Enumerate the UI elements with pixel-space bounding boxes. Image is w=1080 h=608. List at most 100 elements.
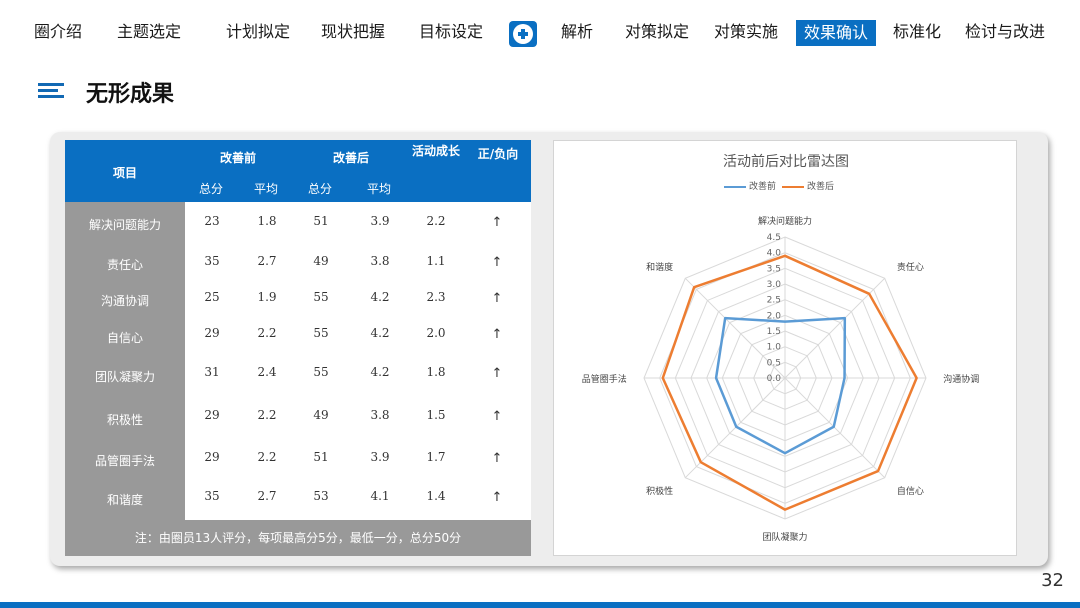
row-label: 积极性 — [106, 413, 143, 427]
table-cell: 2.2 — [257, 408, 277, 422]
table-cell: 1.8 — [257, 214, 277, 228]
row-label: 自信心 — [106, 331, 143, 345]
category-label: 责任心 — [897, 261, 924, 273]
row-label: 团队凝聚力 — [94, 370, 155, 384]
table-cell: 3.9 — [370, 214, 390, 228]
nav-item[interactable]: 解析 — [561, 18, 593, 46]
tick-label: 1.0 — [767, 343, 782, 353]
table-cell: 3.9 — [370, 450, 390, 464]
nav-item[interactable]: 标准化 — [893, 18, 941, 46]
table-cell: 2.0 — [426, 326, 446, 340]
table-cell: 4.2 — [370, 326, 390, 340]
category-label: 品管圈手法 — [582, 373, 627, 385]
tick-label: 1.5 — [767, 327, 781, 337]
nav-item[interactable]: 目标设定 — [419, 18, 483, 46]
nav-item[interactable]: 对策实施 — [714, 18, 778, 46]
category-label: 自信心 — [897, 485, 924, 497]
table-cell: 2.7 — [257, 254, 277, 268]
row-label: 解决问题能力 — [88, 218, 161, 232]
tick-label: 3.0 — [767, 280, 782, 290]
table-cell: 2.2 — [257, 326, 277, 340]
table-cell: 2.7 — [257, 489, 277, 503]
nav-item[interactable]: 效果确认 — [796, 20, 877, 46]
table-cell: 2.2 — [257, 450, 277, 464]
up-arrow-icon: ↑ — [491, 451, 503, 466]
top-nav: 圈介绍 主题选定 计划拟定 现状把握 目标设定 解析 对策拟定 对策实施 效果确认 标准化 检讨与改… — [0, 18, 1080, 48]
subheader-before-total: 总分 — [198, 182, 223, 196]
table-cell: 55 — [313, 326, 329, 340]
table-cell: 55 — [313, 290, 329, 304]
up-arrow-icon: ↑ — [491, 409, 503, 424]
table-cell: 2.3 — [426, 290, 446, 304]
up-arrow-icon: ↑ — [491, 291, 503, 306]
nav-item[interactable]: 主题选定 — [117, 18, 181, 46]
nav-item[interactable]: 计划拟定 — [226, 18, 290, 46]
header-direction: 正/负向 — [477, 147, 519, 161]
up-arrow-icon: ↑ — [491, 490, 503, 505]
subheader-before-avg: 平均 — [253, 182, 278, 196]
header-item: 项目 — [112, 166, 137, 180]
nav-item[interactable]: 检讨与改进 — [965, 18, 1045, 46]
table-cell: 1.1 — [426, 254, 446, 268]
table-cell: 1.9 — [257, 290, 277, 304]
table-cell: 49 — [313, 254, 329, 268]
category-label: 积极性 — [646, 485, 673, 497]
category-label: 沟通协调 — [943, 373, 979, 385]
row-label: 责任心 — [106, 258, 143, 272]
category-label: 和谐度 — [646, 261, 673, 273]
plus-circle-icon[interactable] — [509, 21, 537, 47]
up-arrow-icon: ↑ — [491, 366, 503, 381]
category-label: 解决问题能力 — [758, 215, 812, 227]
table-cell: 1.4 — [426, 489, 446, 503]
row-label: 和谐度 — [106, 493, 143, 507]
table-cell: 1.5 — [426, 408, 446, 422]
menu-lines-icon — [38, 83, 64, 99]
table-cell: 51 — [313, 214, 329, 228]
table-cell: 49 — [313, 408, 329, 422]
nav-item[interactable]: 现状把握 — [321, 18, 385, 46]
table-cell: 35 — [204, 254, 220, 268]
radar-chart: 活动前后对比雷达图 改善前 改善后 0.0 0.5 1.0 1.5 2.0 2.5 3.0 3.… — [553, 140, 1017, 556]
table-cell: 3.8 — [370, 254, 390, 268]
table-cell: 2.4 — [257, 365, 277, 379]
table-cell: 4.2 — [370, 290, 390, 304]
header-after: 改善后 — [332, 151, 369, 165]
radar-svg: 0.00.51.01.52.02.53.03.54.04.5解决问题能力责任心沟… — [582, 215, 979, 543]
results-table: 项目 改善前 改善后 活动成长 正/负向 总分 平均 总分 平均 解决问题能力责… — [65, 140, 531, 556]
table-cell: 51 — [313, 450, 329, 464]
table-cell: 23 — [204, 214, 220, 228]
tick-label: 3.5 — [767, 264, 781, 274]
subheader-after-total: 总分 — [307, 182, 332, 196]
table-cell: 29 — [204, 326, 220, 340]
tick-label: 0.5 — [767, 358, 781, 368]
page-number: 32 — [1041, 570, 1064, 591]
table-cell: 25 — [204, 290, 220, 304]
footer-bar — [0, 602, 1080, 608]
series-line — [714, 316, 847, 455]
nav-item[interactable]: 对策拟定 — [625, 18, 689, 46]
table-cell: 4.1 — [370, 489, 390, 503]
up-arrow-icon: ↑ — [491, 327, 503, 342]
table-note: 注：由圈员13人评分，每项最高分5分，最低一分，总分50分 — [65, 520, 531, 556]
nav-item[interactable]: 圈介绍 — [34, 18, 82, 46]
header-growth: 活动成长 — [411, 144, 460, 158]
tick-label: 0.0 — [767, 374, 782, 384]
tick-label: 2.5 — [767, 296, 781, 306]
table-cell: 55 — [313, 365, 329, 379]
table-cell: 3.8 — [370, 408, 390, 422]
table-cell: 2.2 — [426, 214, 446, 228]
row-label: 品管圈手法 — [94, 454, 155, 468]
table-cell: 4.2 — [370, 365, 390, 379]
table-cell: 31 — [204, 365, 220, 379]
table-cell: 29 — [204, 450, 220, 464]
table-cell: 29 — [204, 408, 220, 422]
tick-label: 4.5 — [767, 233, 781, 243]
category-label: 团队凝聚力 — [762, 531, 807, 543]
row-label-column: 解决问题能力 责任心 沟通协调 自信心 团队凝聚力 积极性 品管圈手法 和谐度 — [65, 202, 185, 520]
up-arrow-icon: ↑ — [491, 215, 503, 230]
table-cell: 53 — [313, 489, 329, 503]
table-cell: 35 — [204, 489, 220, 503]
table-body: 23 1.8 51 3.9 2.2 ↑ 35 2.7 49 3.8 1.1 ↑ 25 1.9 55 4.2 2.… — [185, 202, 531, 520]
table-cell: 1.7 — [426, 450, 446, 464]
subheader-after-avg: 平均 — [366, 182, 391, 196]
